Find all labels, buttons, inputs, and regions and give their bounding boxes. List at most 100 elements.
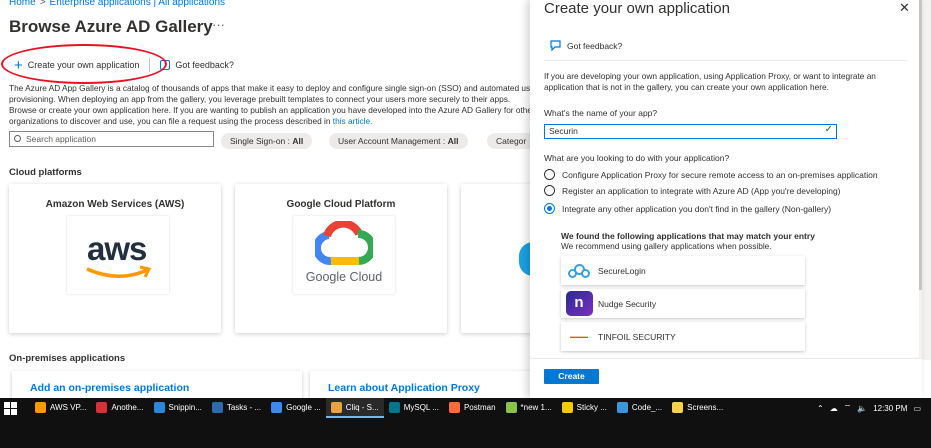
breadcrumb-home[interactable]: Home	[9, 0, 36, 8]
aws-logo: aws	[67, 216, 169, 294]
cloud-icon[interactable]: ☁	[830, 404, 838, 413]
filter-label: Categor	[496, 136, 527, 146]
google-cloud-card[interactable]: Google Cloud Platform Google Cloud	[235, 184, 447, 333]
on-premises-heading: On-premises applications	[9, 353, 126, 364]
gallery-description: The Azure AD App Gallery is a catalog of…	[9, 83, 539, 127]
radio-non-gallery[interactable]: Integrate any other application you don'…	[544, 203, 831, 214]
match-item-tinfoil-security[interactable]: ▬▬▬▬ TINFOIL SECURITY	[561, 322, 805, 351]
breadcrumb-enterprise-apps[interactable]: Enterprise applications | All applicatio…	[50, 0, 225, 8]
scroll-thumb[interactable]	[919, 0, 922, 290]
taskbar-app-button[interactable]: Screens...	[667, 398, 728, 418]
app-icon	[96, 401, 108, 413]
taskbar-app-button[interactable]: Anothe...	[91, 398, 148, 418]
filter-categories[interactable]: Categor	[487, 133, 536, 149]
more-options-button[interactable]: ···	[212, 17, 225, 32]
taskbar-app-button[interactable]: AWS VP...	[30, 398, 91, 418]
filter-single-sign-on[interactable]: Single Sign-on : All	[221, 133, 313, 149]
google-cloud-logo-text: Google Cloud	[305, 270, 383, 284]
panel-title: Create your own application	[544, 0, 730, 17]
taskbar-app-label: Anothe...	[111, 402, 144, 412]
radio-register-app[interactable]: Register an application to integrate wit…	[544, 185, 841, 196]
taskbar-app-button[interactable]: Sticky ...	[557, 398, 612, 418]
filter-value: All	[447, 136, 459, 146]
filter-value: All	[292, 136, 304, 146]
feedback-icon	[550, 40, 561, 51]
volume-icon[interactable]: 🔈	[857, 404, 867, 413]
taskbar-app-button[interactable]: *new 1...	[501, 398, 557, 418]
app-name-input[interactable]: Securin ✓	[544, 124, 837, 139]
radio-label: Register an application to integrate wit…	[562, 185, 841, 196]
card-title: Amazon Web Services (AWS)	[45, 199, 185, 210]
match-item-nudge-security[interactable]: n Nudge Security	[561, 289, 805, 318]
radio-app-proxy[interactable]: Configure Application Proxy for secure r…	[544, 169, 878, 180]
breadcrumb-separator: >	[39, 0, 46, 8]
card-title: Learn about Application Proxy	[328, 382, 480, 394]
windows-start-icon[interactable]	[4, 401, 18, 415]
taskbar-app-label: Postman	[463, 402, 496, 412]
create-button[interactable]: Create	[544, 369, 599, 384]
windows-taskbar: AWS VP... Anothe... Snippin... Tasks - ... G…	[0, 398, 931, 448]
taskbar-app-label: Code_...	[631, 402, 663, 412]
notifications-icon[interactable]: ▭	[913, 404, 921, 413]
network-icon[interactable]: ⌔	[844, 403, 852, 413]
app-icon	[388, 401, 400, 413]
panel-intro: If you are developing your own applicati…	[544, 71, 876, 92]
purpose-label: What are you looking to do with your app…	[544, 153, 730, 163]
app-icon	[271, 401, 283, 413]
taskbar-app-button[interactable]: Code_...	[612, 398, 667, 418]
app-icon	[616, 401, 628, 413]
taskbar-app-button[interactable]: MySQL ...	[384, 398, 444, 418]
search-application-input[interactable]: Search application	[9, 131, 214, 147]
app-icon	[330, 401, 342, 413]
matches-subtext: We recommend using gallery applications …	[561, 241, 772, 251]
add-on-premises-card[interactable]: Add an on-premises application	[12, 371, 302, 398]
got-feedback-button[interactable]: Got feedback?	[160, 60, 234, 70]
card-title: Add an on-premises application	[30, 382, 190, 394]
got-feedback-label: Got feedback?	[175, 60, 234, 70]
panel-scrollbar[interactable]	[919, 0, 922, 358]
radio-circle-selected	[544, 203, 555, 214]
app-icon	[561, 401, 573, 413]
taskbar-app-label: Tasks - ...	[226, 402, 262, 412]
this-article-link[interactable]: this article.	[333, 116, 373, 126]
taskbar-app-button[interactable]: Cliq - S...	[325, 398, 384, 418]
app-icon	[153, 401, 165, 413]
learn-app-proxy-card[interactable]: Learn about Application Proxy	[310, 371, 540, 398]
google-cloud-logo: Google Cloud	[293, 216, 395, 294]
match-name: SecureLogin	[598, 265, 646, 276]
clock[interactable]: 12:30 PM	[873, 404, 907, 413]
app-icon	[505, 401, 517, 413]
taskbar-app-label: Screens...	[687, 402, 724, 412]
taskbar-app-label: Google ...	[286, 402, 321, 412]
taskbar-app-button[interactable]: Snippin...	[149, 398, 207, 418]
panel-feedback-button[interactable]: Got feedback?	[550, 40, 622, 51]
app-icon	[211, 401, 223, 413]
app-icon	[35, 401, 46, 413]
chevron-up-icon[interactable]: ⌃	[817, 404, 824, 413]
breadcrumb: Home > Enterprise applications | All appli…	[9, 0, 225, 8]
filter-label: User Account Management :	[338, 136, 446, 146]
panel-footer-divider	[530, 358, 922, 359]
close-icon[interactable]: ✕	[899, 0, 910, 16]
taskbar-app-button[interactable]: Google ...	[266, 398, 326, 418]
filter-label: Single Sign-on :	[230, 136, 291, 146]
system-tray: ⌃ ☁ ⌔ 🔈 12:30 PM ▭	[817, 398, 921, 418]
filter-user-account-management[interactable]: User Account Management : All	[329, 133, 468, 149]
matches-heading: We found the following applications that…	[561, 231, 815, 241]
taskbar-app-label: MySQL ...	[403, 402, 439, 412]
app-name-value: Securin	[549, 126, 578, 136]
google-cloud-icon	[315, 221, 373, 266]
panel-feedback-label: Got feedback?	[567, 40, 623, 51]
app-name-label: What's the name of your app?	[544, 108, 658, 118]
taskbar-app-label: Sticky ...	[576, 402, 607, 412]
gallery-description-text: The Azure AD App Gallery is a catalog of…	[9, 83, 538, 126]
taskbar-app-label: Snippin...	[168, 402, 202, 412]
taskbar-app-button[interactable]: Postman	[444, 398, 501, 418]
securelogin-icon	[564, 257, 594, 284]
match-name: TINFOIL SECURITY	[598, 331, 676, 342]
taskbar-app-button[interactable]: Tasks - ...	[207, 398, 266, 418]
match-item-securelogin[interactable]: SecureLogin	[561, 256, 805, 285]
radio-label: Integrate any other application you don'…	[562, 203, 832, 214]
page-title: Browse Azure AD Gallery	[9, 17, 213, 36]
aws-card[interactable]: Amazon Web Services (AWS) aws	[9, 184, 221, 333]
